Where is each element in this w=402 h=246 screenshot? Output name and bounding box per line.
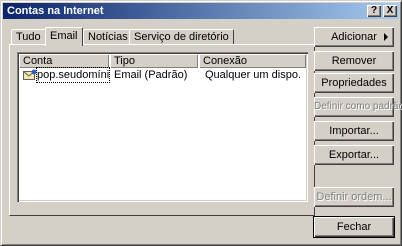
close-button[interactable]: Fechar [313,216,395,238]
column-header-conta[interactable]: Conta [19,54,109,68]
account-name-cell: pop.seudomínio.... [36,67,110,83]
table-row[interactable]: pop.seudomínio.... Email (Padrão) Qualqu… [19,67,306,83]
account-type-cell: Email (Padrão) [114,69,188,81]
help-button[interactable]: ? [367,5,381,17]
column-header-conexao[interactable]: Conexão [199,54,306,68]
set-default-button[interactable]: Definir como padrão [314,97,402,117]
add-button-label: Adicionar [331,31,377,43]
mail-account-icon [23,69,37,80]
add-button[interactable]: Adicionar [314,27,394,47]
tab-email[interactable]: Email [45,27,83,46]
properties-button[interactable]: Propriedades [314,73,394,93]
export-button[interactable]: Exportar... [314,145,394,165]
set-order-button[interactable]: Definir ordem... [314,187,394,207]
tab-servico-de-diretorio[interactable]: Serviço de diretório [129,29,234,45]
submenu-arrow-icon [384,33,388,41]
remove-button[interactable]: Remover [314,51,394,71]
tab-noticias[interactable]: Notícias [83,29,133,45]
column-header-tipo[interactable]: Tipo [110,54,198,68]
close-window-button[interactable]: X [383,5,397,17]
tab-tudo[interactable]: Tudo [11,29,46,45]
window-title: Contas na Internet [7,5,104,17]
title-bar[interactable]: Contas na Internet ? X [3,3,399,19]
account-connection-cell: Qualquer um dispo... [205,69,301,81]
import-button[interactable]: Importar... [314,121,394,141]
accounts-list[interactable]: Conta Tipo Conexão pop.seudomínio.... Em… [17,52,308,202]
internet-accounts-dialog: Contas na Internet ? X Tudo Email Notíci… [0,0,402,246]
list-header: Conta Tipo Conexão [19,54,306,68]
